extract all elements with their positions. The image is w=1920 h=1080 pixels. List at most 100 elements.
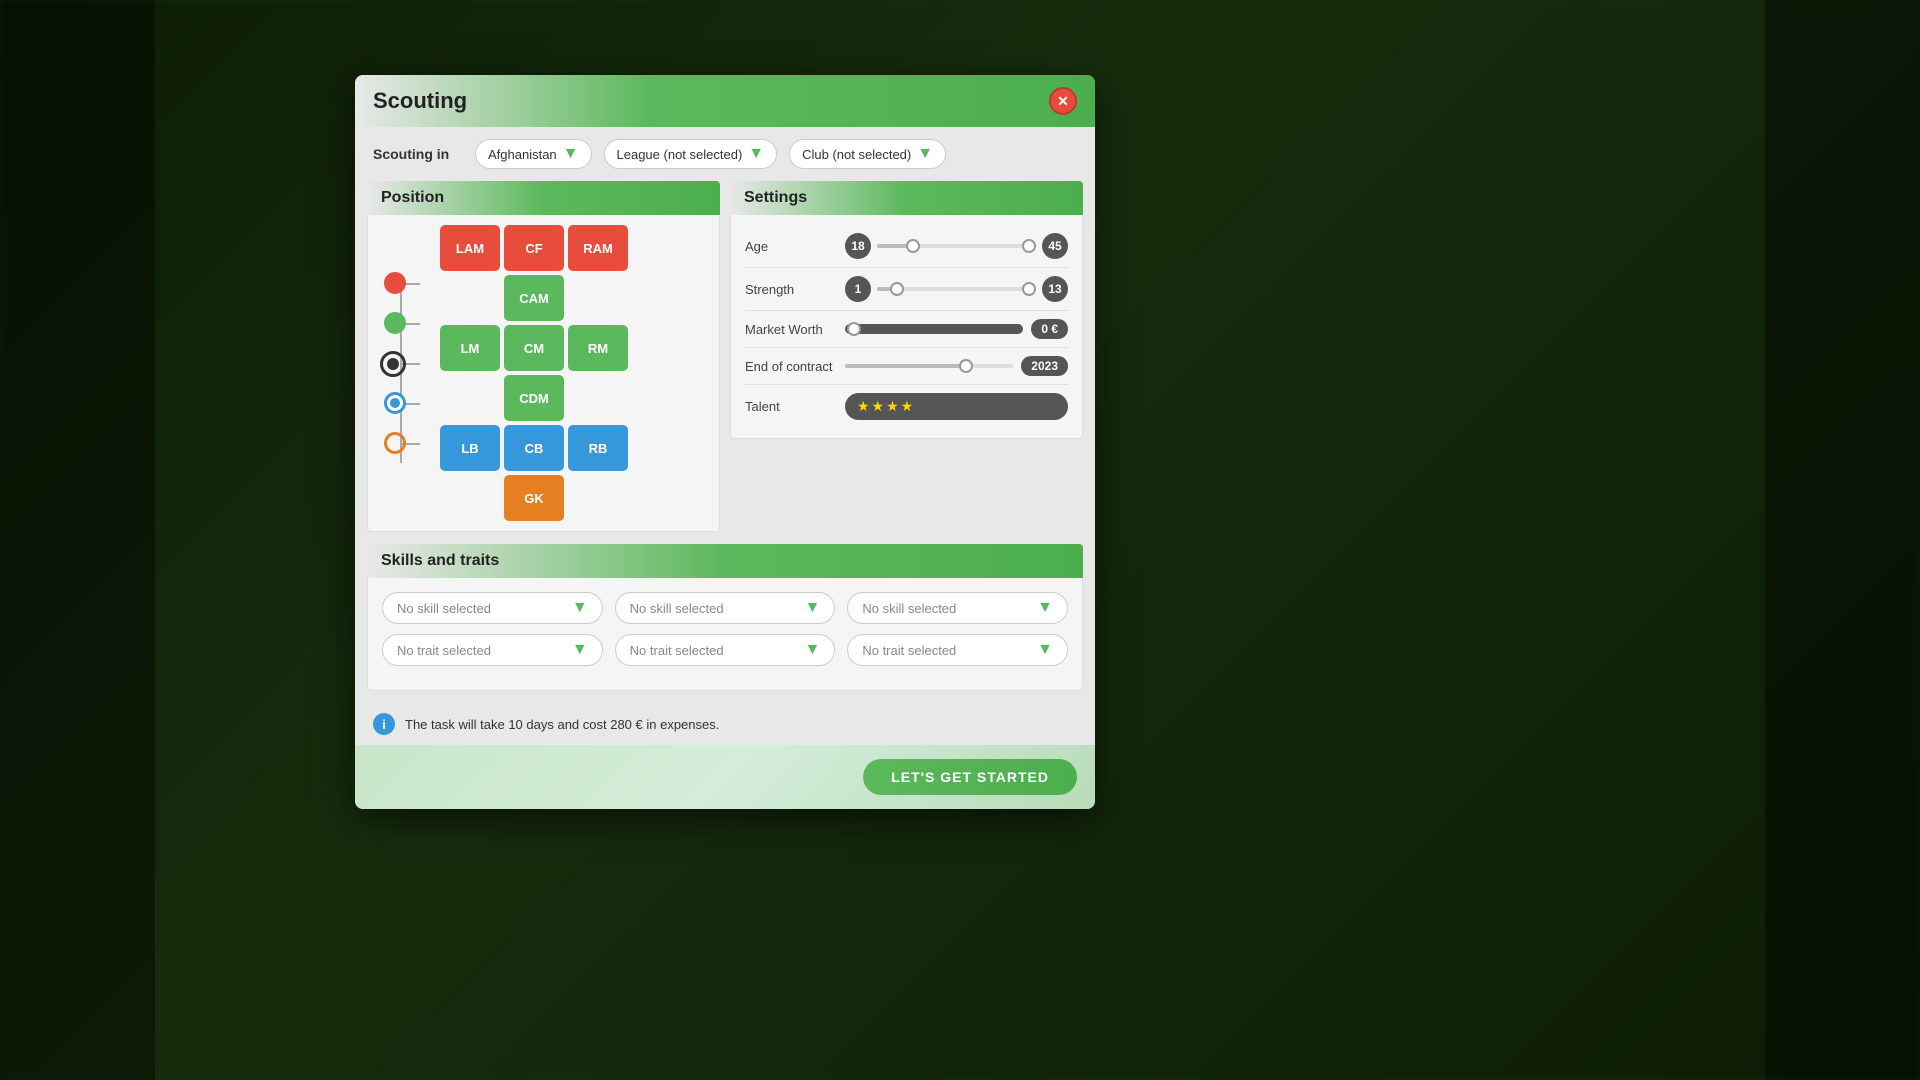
- club-dropdown[interactable]: Club (not selected) ▼: [789, 139, 946, 169]
- position-RB[interactable]: RB: [568, 425, 628, 471]
- position-empty-6: [568, 475, 628, 521]
- position-GK[interactable]: GK: [504, 475, 564, 521]
- country-arrow-icon: ▼: [563, 145, 579, 163]
- tree-dot-red[interactable]: [384, 272, 406, 294]
- position-RM[interactable]: RM: [568, 325, 628, 371]
- talent-container: ★★★★: [845, 393, 1068, 420]
- league-arrow-icon: ▼: [748, 145, 764, 163]
- position-LB[interactable]: LB: [440, 425, 500, 471]
- end-of-contract-value: 2023: [1021, 356, 1068, 376]
- skill3-dropdown[interactable]: No skill selected ▼: [847, 592, 1068, 624]
- position-CM[interactable]: CM: [504, 325, 564, 371]
- trait3-value: No trait selected: [862, 643, 956, 658]
- info-text: The task will take 10 days and cost 280 …: [405, 717, 719, 732]
- age-min-thumb[interactable]: [906, 239, 920, 253]
- end-of-contract-thumb[interactable]: [959, 359, 973, 373]
- position-LM[interactable]: LM: [440, 325, 500, 371]
- country-dropdown[interactable]: Afghanistan ▼: [475, 139, 592, 169]
- end-of-contract-row: End of contract 2023: [745, 348, 1068, 385]
- club-arrow-icon: ▼: [917, 145, 933, 163]
- position-panel: Position: [367, 181, 720, 532]
- left-sidebar: [0, 0, 155, 1080]
- skill3-arrow-icon: ▼: [1037, 599, 1053, 617]
- settings-header: Settings: [730, 181, 1083, 215]
- strength-min-badge: 1: [845, 276, 871, 302]
- league-dropdown[interactable]: League (not selected) ▼: [604, 139, 778, 169]
- skills-section: Skills and traits No skill selected ▼ No…: [355, 544, 1095, 703]
- traits-row: No trait selected ▼ No trait selected ▼ …: [382, 634, 1068, 666]
- tree-dot-blue[interactable]: [384, 392, 406, 414]
- skill2-arrow-icon: ▼: [805, 599, 821, 617]
- league-value: League (not selected): [617, 147, 743, 162]
- market-worth-row: Market Worth 0 €: [745, 311, 1068, 348]
- position-area: LAM CF RAM CAM LM CM RM CDM: [378, 225, 709, 521]
- market-worth-slider[interactable]: [845, 324, 1023, 334]
- strength-slider-track[interactable]: [877, 287, 1036, 291]
- end-of-contract-container: 2023: [845, 356, 1068, 376]
- age-max-thumb[interactable]: [1022, 239, 1036, 253]
- scouting-modal: Scouting ✕ Scouting in Afghanistan ▼ Lea…: [355, 75, 1095, 809]
- tree-dot-orange[interactable]: [384, 432, 406, 454]
- trait1-dropdown[interactable]: No trait selected ▼: [382, 634, 603, 666]
- info-bar: i The task will take 10 days and cost 28…: [355, 703, 1095, 745]
- position-empty-3: [440, 375, 500, 421]
- position-CF[interactable]: CF: [504, 225, 564, 271]
- position-grid: LAM CF RAM CAM LM CM RM CDM: [440, 225, 628, 521]
- skill1-dropdown[interactable]: No skill selected ▼: [382, 592, 603, 624]
- start-button[interactable]: LET'S GET STARTED: [863, 759, 1077, 795]
- position-empty-2: [568, 275, 628, 321]
- position-LAM[interactable]: LAM: [440, 225, 500, 271]
- age-max-badge: 45: [1042, 233, 1068, 259]
- position-RAM[interactable]: RAM: [568, 225, 628, 271]
- end-of-contract-slider[interactable]: [845, 364, 1013, 368]
- age-slider-container: 18 45: [845, 233, 1068, 259]
- scouting-in-label: Scouting in: [373, 146, 463, 162]
- strength-label: Strength: [745, 282, 835, 297]
- end-of-contract-fill: [845, 364, 963, 368]
- settings-panel: Settings Age 18 45: [730, 181, 1083, 532]
- talent-label: Talent: [745, 399, 835, 414]
- skill2-value: No skill selected: [630, 601, 724, 616]
- strength-slider-container: 1 13: [845, 276, 1068, 302]
- strength-min-thumb[interactable]: [890, 282, 904, 296]
- close-button[interactable]: ✕: [1049, 87, 1077, 115]
- market-worth-thumb[interactable]: [847, 322, 861, 336]
- tree-dot-green[interactable]: [384, 312, 406, 334]
- position-content: LAM CF RAM CAM LM CM RM CDM: [367, 215, 720, 532]
- strength-max-thumb[interactable]: [1022, 282, 1036, 296]
- market-worth-container: 0 €: [845, 319, 1068, 339]
- market-worth-label: Market Worth: [745, 322, 835, 337]
- modal-title: Scouting: [373, 88, 467, 114]
- right-sidebar: [1765, 0, 1920, 1080]
- modal-header: Scouting ✕: [355, 75, 1095, 127]
- formation-tree: [378, 263, 428, 483]
- tree-dot-black[interactable]: [380, 351, 406, 377]
- position-CB[interactable]: CB: [504, 425, 564, 471]
- age-slider-track[interactable]: [877, 244, 1036, 248]
- talent-stars[interactable]: ★★★★: [845, 393, 1068, 420]
- trait2-arrow-icon: ▼: [805, 641, 821, 659]
- position-empty-4: [568, 375, 628, 421]
- skill1-value: No skill selected: [397, 601, 491, 616]
- market-worth-value: 0 €: [1031, 319, 1068, 339]
- skills-header: Skills and traits: [367, 544, 1083, 578]
- skill2-dropdown[interactable]: No skill selected ▼: [615, 592, 836, 624]
- trait2-dropdown[interactable]: No trait selected ▼: [615, 634, 836, 666]
- info-icon: i: [373, 713, 395, 735]
- trait2-value: No trait selected: [630, 643, 724, 658]
- club-value: Club (not selected): [802, 147, 911, 162]
- scouting-in-row: Scouting in Afghanistan ▼ League (not se…: [355, 127, 1095, 181]
- trait1-arrow-icon: ▼: [572, 641, 588, 659]
- position-CAM[interactable]: CAM: [504, 275, 564, 321]
- talent-row: Talent ★★★★: [745, 385, 1068, 428]
- skills-content: No skill selected ▼ No skill selected ▼ …: [367, 578, 1083, 691]
- age-row: Age 18 45: [745, 225, 1068, 268]
- age-min-badge: 18: [845, 233, 871, 259]
- settings-content: Age 18 45 Strength 1: [730, 215, 1083, 439]
- position-empty-5: [440, 475, 500, 521]
- trait3-dropdown[interactable]: No trait selected ▼: [847, 634, 1068, 666]
- position-empty-1: [440, 275, 500, 321]
- modal-body: Position: [355, 181, 1095, 544]
- position-CDM[interactable]: CDM: [504, 375, 564, 421]
- trait1-value: No trait selected: [397, 643, 491, 658]
